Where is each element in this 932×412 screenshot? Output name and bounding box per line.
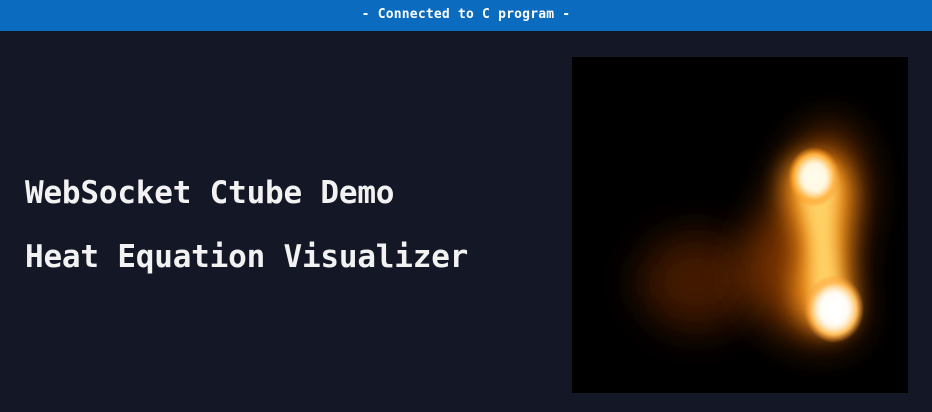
page-title: WebSocket Ctube Demo xyxy=(25,175,395,211)
heat-core-lower xyxy=(816,288,852,330)
heat-core-upper xyxy=(804,165,828,193)
heat-visualizer-canvas[interactable] xyxy=(572,57,908,393)
heat-map-render xyxy=(572,57,908,393)
connection-status-bar: - Connected to C program - xyxy=(0,0,932,31)
main-panel: WebSocket Ctube Demo Heat Equation Visua… xyxy=(0,31,932,412)
connection-status-text: - Connected to C program - xyxy=(361,7,571,22)
title-block: WebSocket Ctube Demo Heat Equation Visua… xyxy=(25,171,468,299)
heat-glow-faint xyxy=(639,234,755,330)
page-subtitle: Heat Equation Visualizer xyxy=(25,239,469,275)
